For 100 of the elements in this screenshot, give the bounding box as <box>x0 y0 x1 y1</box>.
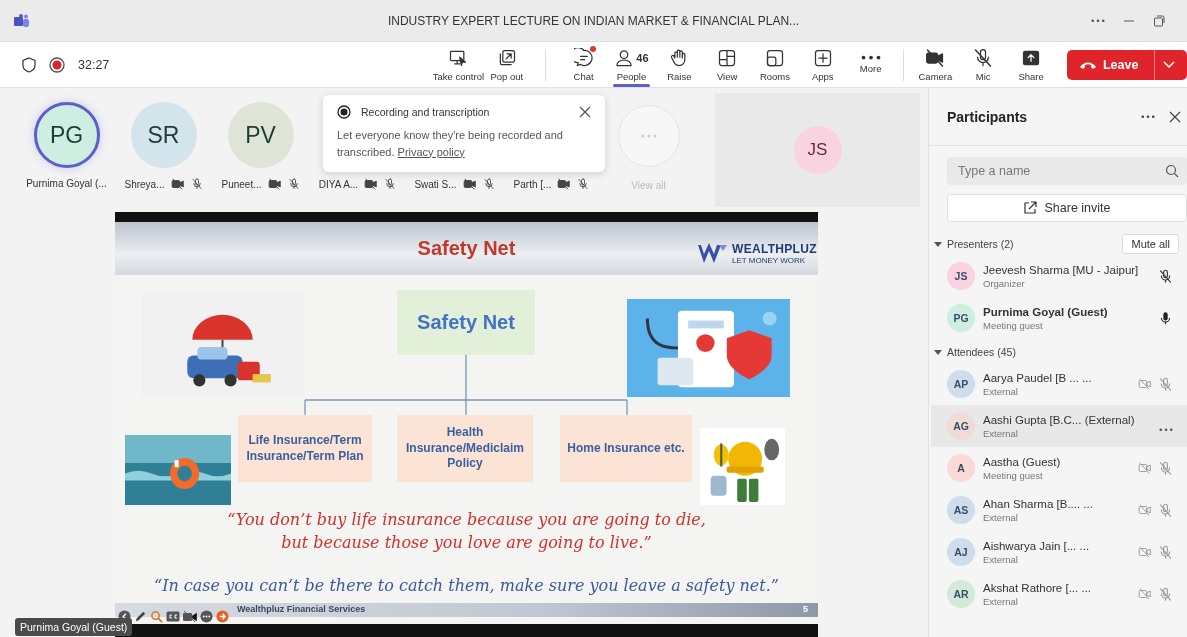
participant-name: Purnima Goyal (Guest) <box>983 305 1109 318</box>
quote-text: “You don’t buy life insurance because you are going to die, but because those you love are going to live.” <box>226 509 707 555</box>
logo-icon <box>697 242 729 265</box>
mic-off-icon <box>1158 502 1173 518</box>
participant-name: DIYA A... <box>318 178 359 190</box>
diagram-node: Home Insurance etc. <box>560 415 692 482</box>
share-button[interactable]: Share <box>1007 42 1055 87</box>
camera-button[interactable]: Camera <box>911 42 960 87</box>
page-number: 5 <box>803 604 808 614</box>
window-title: INDUSTRY EXPERT LECTURE ON INDIAN MARKET & FINANCIAL PLAN... <box>387 13 800 28</box>
caret-down-icon[interactable] <box>934 348 942 356</box>
participant-name: Purnima Goyal (... <box>26 178 107 189</box>
participant-name: Aarya Paudel [B ... ... <box>983 371 1093 384</box>
participant-name: Puneet... <box>221 178 262 190</box>
more-icon <box>640 134 657 138</box>
more-icon[interactable] <box>1159 427 1173 431</box>
participant-avatar: PG <box>947 304 975 332</box>
leave-button[interactable]: Leave <box>1066 49 1187 80</box>
mic-off-icon <box>1158 376 1173 392</box>
caret-down-icon[interactable] <box>934 240 942 248</box>
mute-all-button[interactable]: Mute all <box>1122 234 1179 254</box>
participant-row[interactable]: A Aastha (Guest) Meeting guest <box>929 447 1187 489</box>
mic-off-icon <box>1158 544 1173 560</box>
notice-title: Recording and transcription <box>361 106 490 118</box>
participant-row[interactable]: AS Ahan Sharma [B.... ... External <box>929 489 1187 531</box>
participant-avatar[interactable]: SR <box>130 102 197 168</box>
participant-role: External <box>983 511 1019 523</box>
participant-row[interactable]: AG Aashi Gupta [B.C... (External) External <box>931 405 1187 447</box>
captions-icon[interactable] <box>166 611 180 622</box>
participant-row[interactable]: AR Akshat Rathore [... ... External <box>929 573 1187 615</box>
participant-avatar: JS <box>947 262 975 290</box>
participant-avatar[interactable]: PG <box>33 102 100 168</box>
diagram-node: Health Insurance/Mediclaim Policy <box>397 415 533 482</box>
participant-avatar: AS <box>947 496 975 524</box>
plus-square-icon <box>812 47 833 68</box>
share-invite-button[interactable]: Share invite <box>947 194 1187 222</box>
grid-icon <box>717 47 738 68</box>
forward-icon[interactable] <box>216 610 229 623</box>
people-icon <box>614 47 635 68</box>
section-title: Presenters (2) <box>947 238 1014 250</box>
participant-role: Meeting guest <box>983 469 1044 481</box>
participant-name: Aashi Gupta [B.C... (External) <box>983 413 1136 426</box>
camera-off-icon <box>557 178 572 190</box>
participant-avatar: AP <box>947 370 975 398</box>
camera-off-icon <box>364 178 379 190</box>
restore-icon[interactable] <box>1153 12 1165 29</box>
slide-footer-text: Wealthpluz Financial Services <box>237 604 366 614</box>
participant-name: Jeevesh Sharma [MU - Jaipur] <box>983 263 1140 276</box>
mic-off-icon <box>577 178 590 190</box>
rooms-button[interactable]: Rooms <box>751 42 799 87</box>
more-icon[interactable] <box>1141 114 1155 119</box>
apps-button[interactable]: Apps <box>798 42 847 87</box>
logo-text: WEALTHPLUZ <box>732 242 817 256</box>
slide-title: Safety Net <box>417 237 516 260</box>
participant-row[interactable]: AP Aarya Paudel [B ... ... External <box>929 363 1187 405</box>
participant-role: External <box>983 385 1019 397</box>
camera-off-icon <box>1138 504 1152 516</box>
participant-role: External <box>983 595 1019 607</box>
participant-avatar: AR <box>947 580 975 608</box>
more-button[interactable]: More <box>846 42 895 87</box>
chat-icon <box>573 47 594 68</box>
participant-avatar: JS <box>793 126 842 174</box>
camera-off-icon <box>925 47 946 68</box>
close-icon[interactable] <box>1169 110 1181 123</box>
mic-off-icon <box>190 178 203 190</box>
camera-off-icon <box>1138 462 1152 474</box>
more-icon[interactable] <box>1091 18 1105 23</box>
camera-off-icon[interactable] <box>183 611 197 622</box>
participant-name: Parth [... <box>513 178 552 190</box>
notice-text: Let everyone know they're being recorded and transcribed. Privacy policy <box>337 128 564 160</box>
participant-row[interactable]: JS Jeevesh Sharma [MU - Jaipur] Organizer <box>929 255 1187 297</box>
meeting-timer: 32:27 <box>78 57 110 72</box>
mic-off-icon <box>482 178 495 190</box>
participant-row[interactable]: AJ Aishwarya Jain [... ... External <box>929 531 1187 573</box>
participant-avatar: A <box>947 454 975 482</box>
quote-text: “In case you can’t be there to catch them, make sure you leave a safety net.” <box>152 575 781 597</box>
mic-off-icon <box>1158 460 1173 476</box>
close-icon[interactable] <box>579 106 591 118</box>
shield-icon[interactable] <box>22 56 36 73</box>
camera-off-icon <box>1138 546 1152 558</box>
participant-name: Aishwarya Jain [... ... <box>983 539 1091 552</box>
more-icon[interactable] <box>200 610 213 623</box>
participant-name: Akshat Rathore [... ... <box>983 581 1093 594</box>
raise-button[interactable]: Raise <box>655 42 704 87</box>
people-button[interactable]: 46 People <box>607 42 656 87</box>
search-field[interactable]: Type a name <box>947 157 1187 185</box>
search-icon <box>1165 164 1179 178</box>
view-button[interactable]: View <box>703 42 752 87</box>
chevron-down-icon[interactable] <box>1163 60 1176 69</box>
mic-off-icon <box>384 178 397 190</box>
participant-row[interactable]: PG Purnima Goyal (Guest) Meeting guest <box>929 297 1187 339</box>
participant-avatar[interactable]: PV <box>227 102 294 168</box>
pen-icon[interactable] <box>134 610 147 623</box>
participant-role: Organizer <box>983 277 1026 289</box>
camera-off-icon <box>1138 588 1152 600</box>
chat-button[interactable]: Chat <box>559 42 608 87</box>
take-control-button[interactable]: Take control <box>433 42 483 87</box>
participant-role: External <box>983 427 1019 439</box>
privacy-policy-link[interactable]: Privacy policy <box>397 145 465 158</box>
mic-button[interactable]: Mic <box>959 42 1008 87</box>
